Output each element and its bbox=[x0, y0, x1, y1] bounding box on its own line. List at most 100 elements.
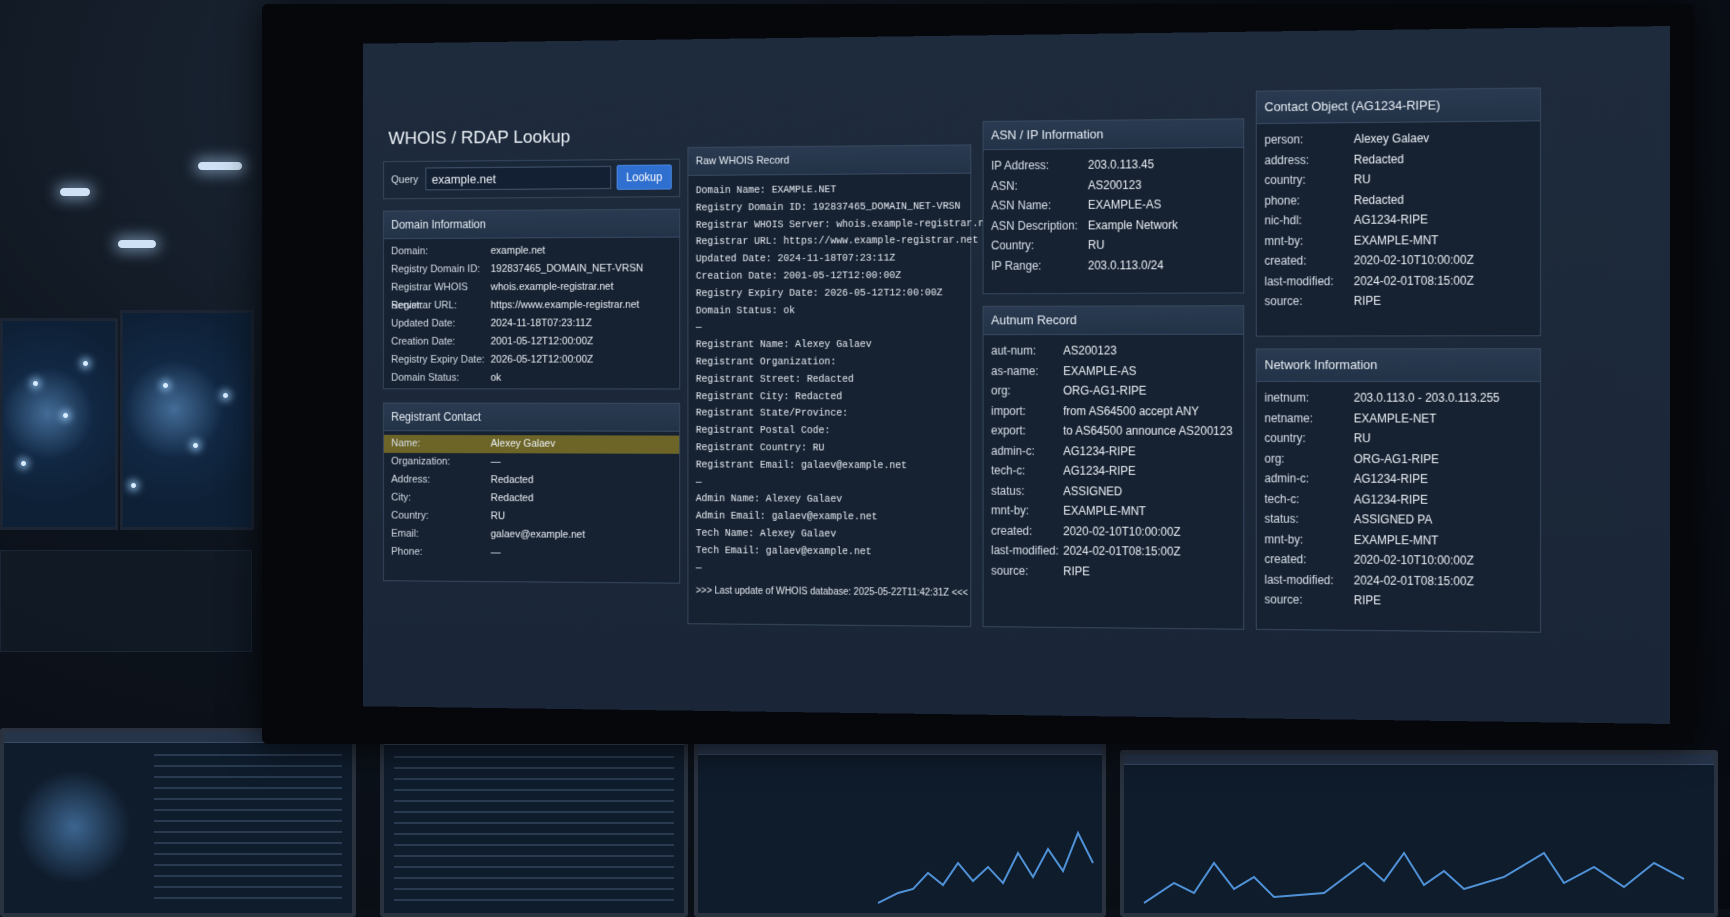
field-key: source: bbox=[991, 563, 1029, 578]
field-key: status: bbox=[991, 483, 1025, 498]
field-value: RIPE bbox=[1353, 293, 1382, 308]
field-key: Registrar URL: bbox=[391, 299, 457, 312]
field-key: country: bbox=[1264, 431, 1306, 445]
field-key: ASN: bbox=[991, 178, 1018, 193]
field-key: ASN Name: bbox=[991, 198, 1052, 213]
field-key: created: bbox=[991, 523, 1033, 538]
ceiling-light bbox=[198, 162, 242, 170]
field-row: Country: RU bbox=[384, 507, 679, 527]
field-key: status: bbox=[1264, 511, 1299, 526]
query-input[interactable] bbox=[425, 165, 612, 191]
field-row: country: RU bbox=[1257, 428, 1540, 449]
field-row: Registrar WHOIS Server: whois.example-reg… bbox=[384, 278, 679, 311]
raw-whois-line: Registrant Street: Redacted bbox=[695, 373, 854, 386]
field-value: 2020-02-10T10:00:00Z bbox=[1353, 552, 1474, 568]
raw-whois-line: Admin Name: Alexey Galaev bbox=[695, 493, 843, 506]
field-value: EXAMPLE-MNT bbox=[1063, 503, 1146, 519]
field-value: Redacted bbox=[1353, 192, 1404, 207]
field-key: created: bbox=[1264, 552, 1307, 567]
field-value: AG1234-RIPE bbox=[1353, 471, 1428, 486]
desk-monitor-chart bbox=[694, 740, 1106, 917]
field-row: Domain: example.net bbox=[384, 241, 679, 261]
field-row: org: ORG-AG1-RIPE bbox=[984, 381, 1244, 401]
field-key: inetnum: bbox=[1264, 390, 1310, 405]
raw-whois-line: Creation Date: 2001-05-12T12:00:00Z bbox=[695, 270, 902, 283]
world-map-wall-monitor bbox=[0, 318, 118, 530]
field-key: City: bbox=[391, 491, 411, 504]
raw-whois-footer: >>> Last update of WHOIS database: 2025-… bbox=[695, 586, 969, 600]
field-value: EXAMPLE-AS bbox=[1063, 363, 1137, 378]
field-row: last-modified: 2024-02-01T08:15:00Z bbox=[984, 540, 1244, 562]
field-row: Registry Expiry Date: 2026-05-12T12:00:00… bbox=[384, 351, 679, 369]
panel-title: Domain Information bbox=[383, 209, 680, 240]
field-row: org: ORG-AG1-RIPE bbox=[1257, 448, 1540, 469]
field-row: import: from AS64500 accept ANY bbox=[984, 401, 1244, 421]
field-value: from AS64500 accept ANY bbox=[1063, 403, 1200, 418]
field-row: Country: RU bbox=[984, 234, 1244, 255]
field-row: as-name: EXAMPLE-AS bbox=[984, 361, 1244, 381]
field-value: — bbox=[490, 546, 501, 559]
field-key: mnt-by: bbox=[1264, 233, 1304, 248]
autnum-panel: Autnum Record aut-num: AS200123 as-name: EX… bbox=[982, 305, 1245, 630]
field-row: status: ASSIGNED bbox=[984, 481, 1244, 502]
raw-whois-line: Updated Date: 2024-11-18T07:23:11Z bbox=[695, 252, 896, 266]
field-row: created: 2020-02-10T10:00:00Z bbox=[984, 521, 1244, 543]
field-key: tech-c: bbox=[991, 463, 1026, 478]
field-row: inetnum: 203.0.113.0 - 203.0.113.255 bbox=[1257, 388, 1540, 409]
field-row: ASN Name: EXAMPLE-AS bbox=[984, 194, 1244, 216]
field-value: Alexey Galaev bbox=[490, 437, 556, 450]
field-value: ORG-AG1-RIPE bbox=[1353, 451, 1440, 466]
field-row: mnt-by: EXAMPLE-MNT bbox=[984, 501, 1244, 522]
field-key: last-modified: bbox=[1264, 273, 1334, 288]
field-row: source: RIPE bbox=[1257, 590, 1540, 613]
field-value: Example Network bbox=[1087, 217, 1178, 232]
field-key: admin-c: bbox=[991, 443, 1035, 458]
field-row: Phone: — bbox=[384, 543, 679, 563]
field-key: aut-num: bbox=[991, 343, 1036, 358]
desk-monitor-chart bbox=[1120, 750, 1718, 917]
raw-whois-line: Registrant State/Province: bbox=[695, 408, 849, 420]
field-value: EXAMPLE-MNT bbox=[1353, 532, 1439, 547]
field-row: admin-c: AG1234-RIPE bbox=[984, 441, 1244, 462]
field-value: galaev@example.net bbox=[490, 528, 586, 541]
field-row: Name: Alexey Galaev bbox=[383, 434, 680, 454]
raw-whois-line: Registrant Organization: bbox=[695, 356, 837, 369]
field-value: ASSIGNED PA bbox=[1353, 512, 1433, 527]
field-value: AG1234-RIPE bbox=[1063, 443, 1136, 458]
panel-title: ASN / IP Information bbox=[983, 119, 1244, 151]
field-value: EXAMPLE-NET bbox=[1353, 411, 1437, 426]
field-key: Registry Expiry Date: bbox=[391, 354, 485, 366]
field-key: Address: bbox=[391, 473, 431, 486]
network-info-panel: Network Information inetnum: 203.0.113.0 … bbox=[1255, 348, 1541, 633]
desk-monitor-list bbox=[380, 730, 688, 917]
field-value: AS200123 bbox=[1087, 177, 1142, 192]
field-key: as-name: bbox=[991, 363, 1039, 378]
raw-whois-line: Registrant City: Redacted bbox=[695, 390, 843, 403]
field-key: Creation Date: bbox=[391, 335, 456, 348]
lookup-button[interactable]: Lookup bbox=[616, 164, 672, 190]
field-row: Email: galaev@example.net bbox=[384, 525, 679, 545]
field-row: export: to AS64500 announce AS200123 bbox=[984, 421, 1244, 442]
field-value: EXAMPLE-AS bbox=[1087, 197, 1162, 212]
field-key: export: bbox=[991, 423, 1026, 438]
field-key: Domain Status: bbox=[391, 372, 460, 384]
field-key: Email: bbox=[391, 528, 419, 540]
field-key: org: bbox=[991, 383, 1011, 398]
field-row: Registrar URL: https://www.example-regist… bbox=[384, 296, 679, 315]
field-row: mnt-by: EXAMPLE-MNT bbox=[1257, 529, 1540, 551]
field-row: person: Alexey Galaev bbox=[1257, 127, 1540, 150]
raw-whois-line: Registrar WHOIS Server: whois.example-re… bbox=[695, 217, 997, 232]
field-row: Address: Redacted bbox=[384, 471, 679, 490]
field-key: Organization: bbox=[391, 455, 451, 468]
field-row: IP Range: 203.0.113.0/24 bbox=[984, 255, 1244, 276]
field-value: whois.example-registrar.net bbox=[490, 281, 614, 293]
field-row: IP Address: 203.0.113.45 bbox=[984, 154, 1244, 176]
field-row: Creation Date: 2001-05-12T12:00:00Z bbox=[384, 333, 679, 352]
field-key: tech-c: bbox=[1264, 491, 1300, 506]
field-value: 2024-02-01T08:15:00Z bbox=[1063, 543, 1181, 559]
field-key: netname: bbox=[1264, 410, 1313, 425]
asn-ip-panel: ASN / IP Information IP Address: 203.0.11… bbox=[982, 118, 1245, 295]
field-key: Country: bbox=[991, 238, 1035, 253]
field-value: 2020-02-10T10:00:00Z bbox=[1353, 252, 1474, 268]
world-map-wall-monitor bbox=[120, 310, 254, 530]
